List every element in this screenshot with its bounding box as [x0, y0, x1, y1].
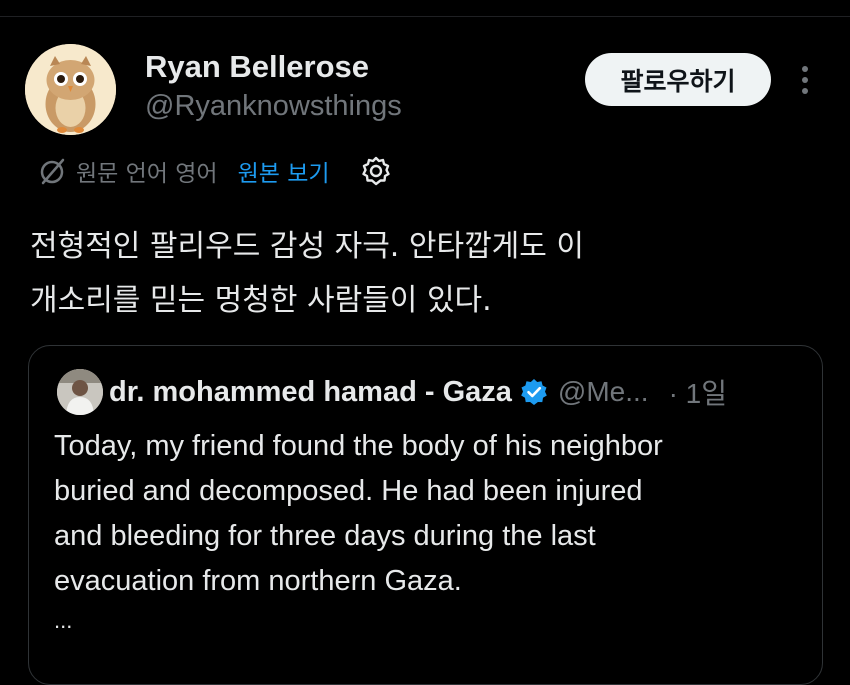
tweet-text-line: 개소리를 믿는 멍청한 사람들이 있다. [30, 283, 492, 318]
quoted-text-truncation: ... [54, 608, 73, 633]
translation-row: 원문 언어 영어 원본 보기 [38, 153, 392, 189]
quoted-tweet-card[interactable]: dr. mohammed hamad - Gaza @Me... · 1일 To… [28, 345, 823, 685]
owl-avatar-icon [25, 44, 116, 135]
quoted-text-line: buried and decomposed. He had been injur… [54, 475, 643, 507]
quoted-tweet-header: dr. mohammed hamad - Gaza @Me... · 1일 [109, 370, 802, 414]
tweet-text-line: 전형적인 팔리우드 감성 자극. 안타깝게도 이 [30, 229, 585, 264]
quoted-author-avatar [57, 369, 103, 415]
quoted-text-line: evacuation from northern Gaza. [54, 565, 462, 597]
follow-button[interactable]: 팔로우하기 [585, 53, 771, 106]
gear-icon[interactable] [360, 155, 392, 187]
author-name[interactable]: Ryan Bellerose [145, 49, 369, 85]
tweet-text: 전형적인 팔리우드 감성 자극. 안타깝게도 이 개소리를 믿는 멍청한 사람들… [30, 220, 820, 328]
quoted-tweet-text: Today, my friend found the body of his n… [54, 424, 814, 604]
verified-badge-icon [521, 379, 547, 405]
author-handle[interactable]: @Ryanknowsthings [145, 90, 402, 123]
more-options-button[interactable] [790, 62, 820, 98]
quoted-tweet-time: · 1일 [668, 378, 727, 409]
translate-icon [40, 158, 65, 185]
quoted-text-line: Today, my friend found the body of his n… [54, 430, 663, 462]
quoted-author-handle: @Me... [557, 376, 649, 407]
person-avatar-icon [57, 369, 103, 415]
quoted-text-line: and bleeding for three days during the l… [54, 520, 596, 552]
translation-info: 원문 언어 영어 [76, 161, 218, 187]
top-divider [0, 16, 850, 17]
more-vertical-icon [802, 66, 808, 94]
author-avatar[interactable] [25, 44, 116, 135]
quoted-author-name: dr. mohammed hamad - Gaza [109, 375, 512, 408]
show-original-link[interactable]: 원본 보기 [238, 154, 330, 188]
